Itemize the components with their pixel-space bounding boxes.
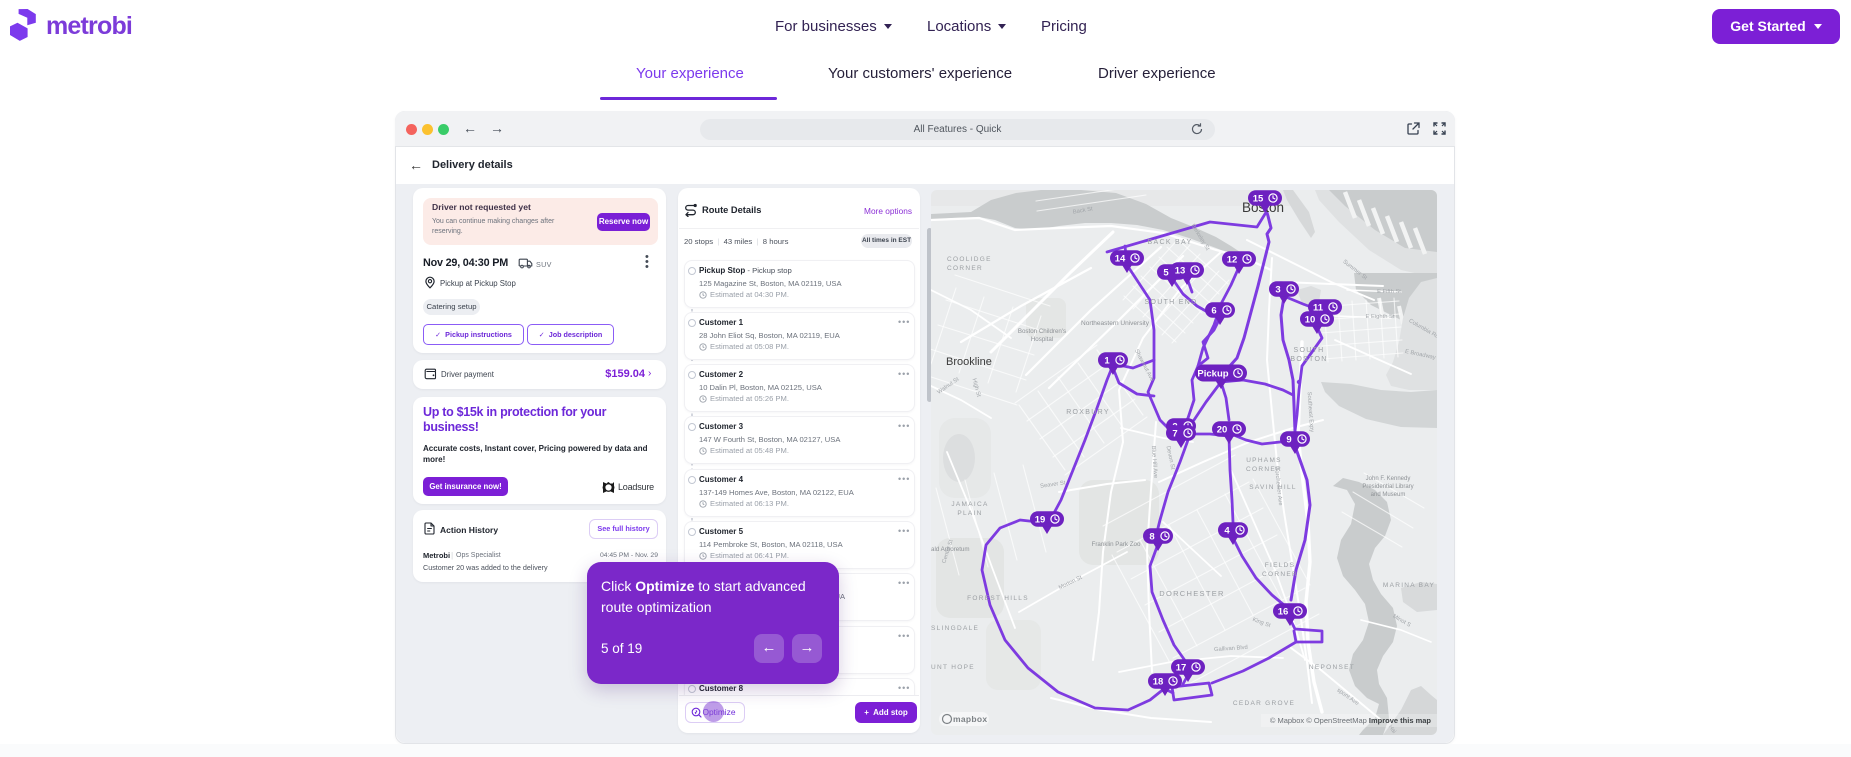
svg-text:19: 19 xyxy=(1035,514,1046,525)
svg-text:UNT HOPE: UNT HOPE xyxy=(931,664,975,671)
svg-text:15: 15 xyxy=(1253,193,1264,204)
svg-text:MARINA BAY: MARINA BAY xyxy=(1383,582,1435,589)
svg-text:13: 13 xyxy=(1175,265,1186,276)
svg-text:Brookline: Brookline xyxy=(946,356,992,368)
svg-text:UPHAMS: UPHAMS xyxy=(1246,457,1282,464)
svg-text:© Mapbox © OpenStreetMap Impro: © Mapbox © OpenStreetMap Improve this ma… xyxy=(1270,716,1432,725)
svg-text:14: 14 xyxy=(1115,253,1126,264)
svg-text:17: 17 xyxy=(1176,662,1187,673)
svg-text:FIELDS: FIELDS xyxy=(1265,562,1296,569)
svg-text:1: 1 xyxy=(1104,355,1110,366)
svg-text:BACK BAY: BACK BAY xyxy=(1148,239,1193,246)
svg-text:CORNER: CORNER xyxy=(947,265,983,272)
svg-text:E Fifth St: E Fifth St xyxy=(1377,289,1401,295)
svg-text:8: 8 xyxy=(1149,531,1154,542)
svg-text:Northeastern University: Northeastern University xyxy=(1081,320,1150,327)
svg-text:16: 16 xyxy=(1278,606,1289,617)
svg-text:E Eighth St: E Eighth St xyxy=(1365,314,1394,320)
svg-text:FOREST HILLS: FOREST HILLS xyxy=(967,595,1029,602)
svg-text:20: 20 xyxy=(1217,424,1228,435)
svg-text:9: 9 xyxy=(1286,434,1291,445)
svg-text:BOSTON: BOSTON xyxy=(1290,356,1327,363)
svg-text:DORCHESTER: DORCHESTER xyxy=(1159,589,1225,598)
svg-text:ROXBURY: ROXBURY xyxy=(1066,409,1110,416)
svg-text:5: 5 xyxy=(1163,267,1169,278)
svg-text:Boston Children's: Boston Children's xyxy=(1018,328,1066,335)
svg-text:10: 10 xyxy=(1305,314,1316,325)
svg-text:7: 7 xyxy=(1172,428,1177,439)
svg-text:12: 12 xyxy=(1227,254,1238,265)
svg-text:SOUTH END: SOUTH END xyxy=(1145,299,1198,306)
svg-text:6: 6 xyxy=(1211,305,1216,316)
svg-text:PLAIN: PLAIN xyxy=(957,510,982,517)
svg-text:SAVIN HILL: SAVIN HILL xyxy=(1249,484,1297,491)
svg-text:Franklin Park Zoo: Franklin Park Zoo xyxy=(1092,541,1141,548)
svg-text:Presidential Library: Presidential Library xyxy=(1362,484,1413,490)
svg-text:SOUTH: SOUTH xyxy=(1294,347,1325,354)
svg-text:Pickup: Pickup xyxy=(1197,369,1228,380)
svg-text:JAMAICA: JAMAICA xyxy=(951,501,988,508)
svg-text:mapbox: mapbox xyxy=(953,714,987,724)
svg-text:18: 18 xyxy=(1153,676,1164,687)
svg-text:CORNER: CORNER xyxy=(1262,571,1298,578)
svg-text:Hospital: Hospital xyxy=(1031,336,1053,343)
svg-text:NEPONSET: NEPONSET xyxy=(1309,664,1355,671)
svg-text:4: 4 xyxy=(1224,525,1230,536)
svg-text:3: 3 xyxy=(1275,284,1280,295)
svg-text:and Museum: and Museum xyxy=(1371,492,1406,498)
svg-text:SLINGDALE: SLINGDALE xyxy=(931,625,979,632)
svg-text:COOLIDGE: COOLIDGE xyxy=(947,256,992,263)
svg-text:CEDAR GROVE: CEDAR GROVE xyxy=(1233,700,1295,707)
svg-text:John F. Kennedy: John F. Kennedy xyxy=(1366,476,1411,482)
